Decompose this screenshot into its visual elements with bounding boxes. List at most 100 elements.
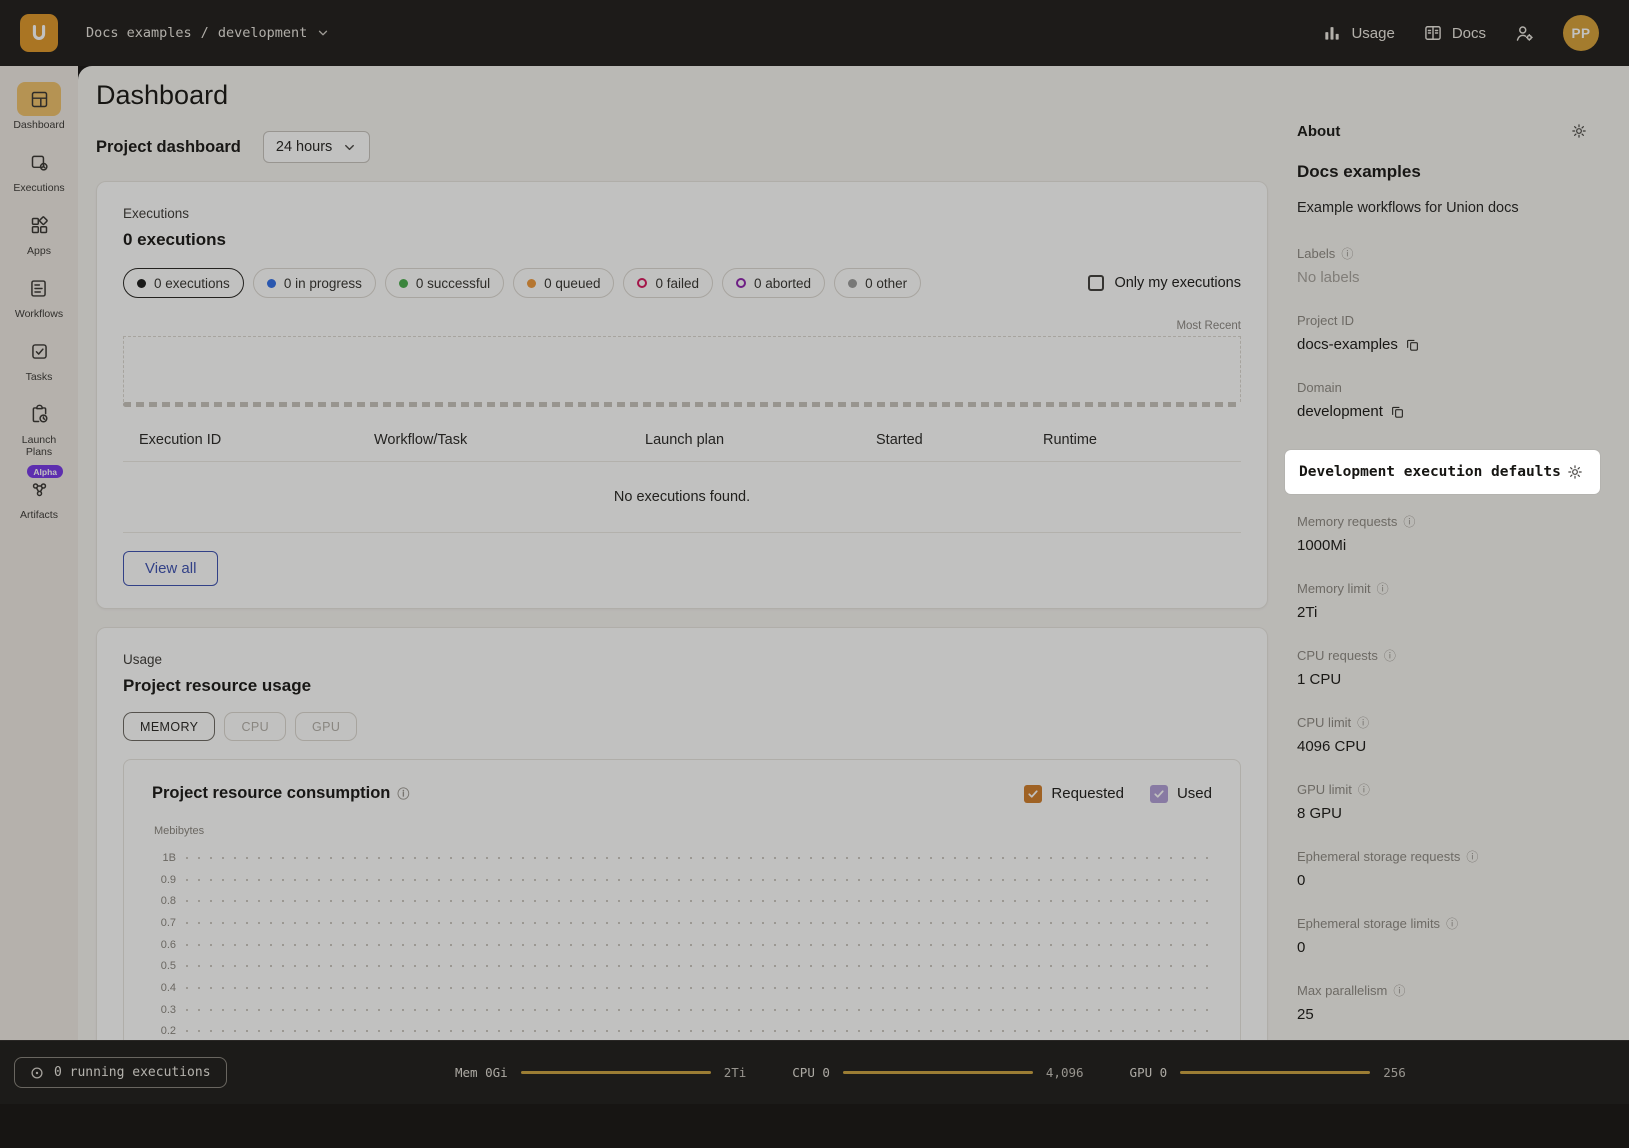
gridline xyxy=(186,857,1212,859)
running-executions-pill[interactable]: 0 running executions xyxy=(14,1057,227,1088)
book-icon xyxy=(1423,23,1443,43)
bar-chart-icon xyxy=(1322,23,1342,43)
view-all-button[interactable]: View all xyxy=(123,551,218,586)
only-my-executions-checkbox[interactable]: Only my executions xyxy=(1088,275,1241,291)
filter-chip-queued[interactable]: 0 queued xyxy=(513,268,614,298)
info-icon: ⓘ xyxy=(1384,650,1396,662)
running-executions-icon xyxy=(30,1066,44,1080)
breadcrumb-separator: / xyxy=(201,25,209,41)
copy-project-id-button[interactable] xyxy=(1405,337,1420,352)
status-dot xyxy=(137,279,146,288)
filter-chip-in-progress[interactable]: 0 in progress xyxy=(253,268,376,298)
memory-meter: Mem 0Gi 2Ti xyxy=(455,1065,746,1080)
sidebar-item-label: Tasks xyxy=(26,371,53,383)
tab-memory[interactable]: MEMORY xyxy=(123,712,215,741)
checkbox-checked[interactable] xyxy=(1150,785,1168,803)
legend-requested[interactable]: Requested xyxy=(1024,785,1124,803)
tab-cpu[interactable]: CPU xyxy=(224,712,286,741)
y-tick: 0.7 xyxy=(152,917,186,929)
consumption-title: Project resource consumption xyxy=(152,784,390,803)
info-icon: ⓘ xyxy=(1446,918,1458,930)
status-dot xyxy=(736,278,746,288)
sidebar-item-launch-plans[interactable]: Launch Plans xyxy=(8,397,70,458)
avatar[interactable]: PP xyxy=(1563,15,1599,51)
breadcrumb[interactable]: Docs examples / development xyxy=(86,25,330,41)
y-tick: 1B xyxy=(152,852,186,864)
project-name: Docs examples xyxy=(1297,162,1588,182)
y-axis-label: Mebibytes xyxy=(154,825,1212,837)
sidebar-item-tasks[interactable]: Tasks xyxy=(17,334,61,383)
y-tick: 0.9 xyxy=(152,874,186,886)
info-icon: ⓘ xyxy=(1403,516,1415,528)
checkbox-unchecked[interactable] xyxy=(1088,275,1104,291)
sidebar-item-dashboard[interactable]: Dashboard xyxy=(13,82,64,131)
memory-requests-field: Memory requestsⓘ 1000Mi xyxy=(1297,514,1588,554)
info-icon: ⓘ xyxy=(1358,784,1370,796)
usage-link[interactable]: Usage xyxy=(1322,23,1394,43)
max-parallelism-field: Max parallelismⓘ 25 xyxy=(1297,983,1588,1023)
sidebar-item-artifacts[interactable]: Alpha Artifacts xyxy=(17,472,61,521)
filter-chip-other[interactable]: 0 other xyxy=(834,268,921,298)
admin-settings-button[interactable] xyxy=(1514,23,1535,44)
executions-timeline-axis xyxy=(123,402,1241,407)
tasks-icon xyxy=(17,334,61,368)
resource-tabs: MEMORY CPU GPU xyxy=(123,712,1241,741)
cpu-meter-track xyxy=(843,1071,1033,1074)
union-logo[interactable] xyxy=(20,14,58,52)
gpu-meter: GPU 0 256 xyxy=(1130,1065,1406,1080)
consumption-chart: Mebibytes 1B 0.9 0.8 0.7 0.6 0.5 0.4 0.3… xyxy=(152,825,1212,1040)
gridline xyxy=(186,965,1212,967)
gridline xyxy=(186,1030,1212,1032)
sidebar: Dashboard Executions Apps Workflows xyxy=(0,66,78,1040)
status-dot xyxy=(637,278,647,288)
sidebar-item-executions[interactable]: Executions xyxy=(13,145,64,194)
chevron-down-icon xyxy=(342,140,357,155)
y-tick: 0.5 xyxy=(152,960,186,972)
person-gear-icon xyxy=(1514,23,1535,44)
breadcrumb-domain[interactable]: development xyxy=(218,25,307,41)
execution-filters: 0 executions 0 in progress 0 successful xyxy=(123,268,1241,298)
col-workflow-task: Workflow/Task xyxy=(374,432,645,448)
time-range-select[interactable]: 24 hours xyxy=(263,131,370,163)
ephemeral-storage-limits-value: 0 xyxy=(1297,939,1588,956)
domain-value: development xyxy=(1297,403,1383,420)
sidebar-item-apps[interactable]: Apps xyxy=(17,208,61,257)
union-logo-icon xyxy=(28,22,50,44)
gridline xyxy=(186,922,1212,924)
checkbox-checked[interactable] xyxy=(1024,785,1042,803)
filter-chip-failed[interactable]: 0 failed xyxy=(623,268,713,298)
sidebar-item-workflows[interactable]: Workflows xyxy=(15,271,63,320)
about-settings-button[interactable] xyxy=(1570,122,1588,140)
check-icon xyxy=(1027,788,1039,800)
domain-field: Domain development xyxy=(1297,380,1588,420)
gpu-limit-value: 8 GPU xyxy=(1297,805,1588,822)
usage-title: Project resource usage xyxy=(123,676,1241,696)
gridline xyxy=(186,944,1212,946)
executions-card-label: Executions xyxy=(123,206,1241,221)
copy-domain-button[interactable] xyxy=(1390,404,1405,419)
gridline xyxy=(186,879,1212,881)
tab-gpu[interactable]: GPU xyxy=(295,712,357,741)
executions-timeline-plot xyxy=(123,336,1241,402)
sidebar-item-label: Launch Plans xyxy=(8,434,70,458)
sidebar-item-label: Workflows xyxy=(15,308,63,320)
ephemeral-storage-limits-field: Ephemeral storage limitsⓘ 0 xyxy=(1297,916,1588,956)
breadcrumb-project[interactable]: Docs examples xyxy=(86,25,192,41)
copy-icon xyxy=(1390,404,1405,419)
legend-used[interactable]: Used xyxy=(1150,785,1212,803)
sidebar-item-label: Executions xyxy=(13,182,64,194)
filter-chip-successful[interactable]: 0 successful xyxy=(385,268,504,298)
execution-defaults-settings-button[interactable] xyxy=(1566,463,1584,481)
topbar: Docs examples / development Usage Docs P… xyxy=(0,0,1629,66)
time-range-value: 24 hours xyxy=(276,139,332,155)
filter-chip-executions[interactable]: 0 executions xyxy=(123,268,244,298)
filter-chip-aborted[interactable]: 0 aborted xyxy=(722,268,825,298)
info-icon: ⓘ xyxy=(1393,985,1405,997)
status-dot xyxy=(848,279,857,288)
y-tick: 0.6 xyxy=(152,939,186,951)
ephemeral-storage-requests-value: 0 xyxy=(1297,872,1588,889)
memory-meter-track xyxy=(521,1071,711,1074)
docs-link[interactable]: Docs xyxy=(1423,23,1486,43)
chevron-down-icon[interactable] xyxy=(316,26,330,40)
y-tick: 0.4 xyxy=(152,982,186,994)
